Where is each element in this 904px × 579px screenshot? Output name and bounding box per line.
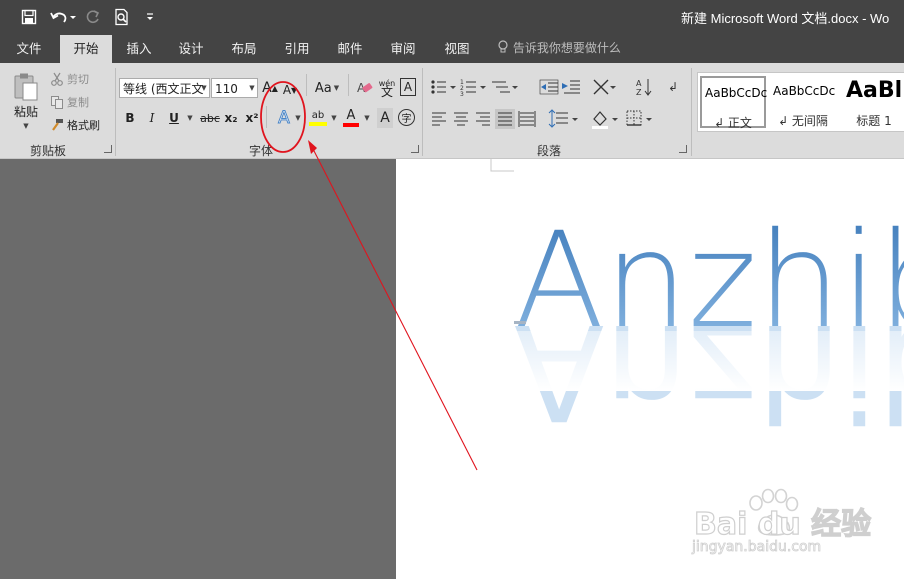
annotation-arrow	[311, 146, 478, 471]
arrow-head	[308, 140, 317, 154]
baidu-watermark: Bai du 经验 jingyan.baidu.com	[690, 485, 872, 557]
highlight-circle	[260, 81, 306, 153]
baidu-brand-text: Bai du 经验	[693, 506, 872, 542]
baidu-url-text: jingyan.baidu.com	[692, 539, 822, 556]
